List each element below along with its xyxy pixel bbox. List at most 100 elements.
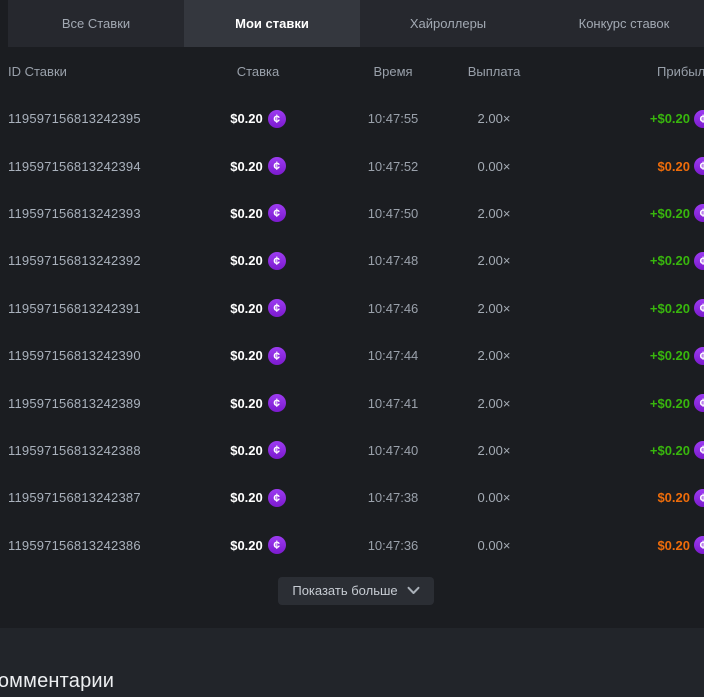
bet-profit: +$0.20: [650, 443, 690, 458]
bet-id-cell: 119597156813242394: [0, 159, 180, 174]
bet-payout-cell: 2.00×: [478, 443, 511, 458]
bet-id: 119597156813242393: [8, 206, 141, 221]
bet-time-cell: 10:47:41: [368, 396, 419, 411]
bet-amount-cell: $0.20 ¢: [230, 394, 286, 412]
bet-time: 10:47:52: [368, 159, 419, 174]
bet-time: 10:47:46: [368, 301, 419, 316]
show-more-button[interactable]: Показать больше: [278, 577, 433, 605]
bet-payout: 2.00×: [478, 253, 511, 268]
coin-icon: ¢: [268, 489, 286, 507]
bet-amount-cell: $0.20 ¢: [230, 252, 286, 270]
bets-tabbar: Все Ставки Мои ставки Хайроллеры Конкурс…: [8, 0, 704, 47]
coin-icon: ¢: [268, 299, 286, 317]
show-more-label: Показать больше: [292, 583, 397, 598]
coin-icon: ¢: [694, 441, 704, 459]
bet-profit-cell: +$0.20 ¢: [650, 394, 704, 412]
bet-profit-cell: +$0.20 ¢: [650, 299, 704, 317]
bet-payout: 2.00×: [478, 443, 511, 458]
bet-amount-cell: $0.20 ¢: [230, 299, 286, 317]
bet-amount: $0.20: [230, 348, 263, 363]
coin-icon: ¢: [694, 536, 704, 554]
coin-icon: ¢: [694, 252, 704, 270]
header-profit: Прибыль: [657, 64, 704, 79]
comments-section: Комментарии: [0, 628, 704, 697]
coin-icon: ¢: [694, 299, 704, 317]
bet-id-cell: 119597156813242386: [0, 538, 180, 553]
header-payout: Выплата: [468, 64, 521, 79]
tab-label: Конкурс ставок: [579, 16, 670, 31]
bet-payout-cell: 0.00×: [478, 490, 511, 505]
bet-profit-cell: +$0.20 ¢: [650, 110, 704, 128]
table-row[interactable]: 119597156813242394 $0.20 ¢ 10:47:52 0.00…: [0, 142, 704, 189]
coin-icon: ¢: [694, 394, 704, 412]
bet-time: 10:47:48: [368, 253, 419, 268]
bet-time: 10:47:36: [368, 538, 419, 553]
bet-amount-cell: $0.20 ¢: [230, 489, 286, 507]
bet-payout-cell: 2.00×: [478, 348, 511, 363]
tab-label: Мои ставки: [235, 16, 309, 31]
bet-payout-cell: 2.00×: [478, 396, 511, 411]
bet-time-cell: 10:47:36: [368, 538, 419, 553]
bet-id: 119597156813242386: [8, 538, 141, 553]
tab-2[interactable]: Хайроллеры: [360, 0, 536, 47]
bet-amount: $0.20: [230, 159, 263, 174]
bet-amount: $0.20: [230, 443, 263, 458]
bet-profit-cell: +$0.20 ¢: [650, 204, 704, 222]
bet-id: 119597156813242395: [8, 111, 141, 126]
bet-amount: $0.20: [230, 253, 263, 268]
table-row[interactable]: 119597156813242392 $0.20 ¢ 10:47:48 2.00…: [0, 237, 704, 284]
bet-payout-cell: 2.00×: [478, 253, 511, 268]
bet-time: 10:47:50: [368, 206, 419, 221]
bet-time-cell: 10:47:52: [368, 159, 419, 174]
bet-id-cell: 119597156813242391: [0, 301, 180, 316]
table-row[interactable]: 119597156813242391 $0.20 ¢ 10:47:46 2.00…: [0, 285, 704, 332]
bet-profit: +$0.20: [650, 206, 690, 221]
coin-icon: ¢: [268, 110, 286, 128]
tab-1[interactable]: Мои ставки: [184, 0, 360, 47]
bet-amount-cell: $0.20 ¢: [230, 347, 286, 365]
bet-id-cell: 119597156813242393: [0, 206, 180, 221]
bets-table-body: 119597156813242395 $0.20 ¢ 10:47:55 2.00…: [0, 95, 704, 569]
coin-icon: ¢: [694, 157, 704, 175]
bet-amount-cell: $0.20 ¢: [230, 441, 286, 459]
table-row[interactable]: 119597156813242393 $0.20 ¢ 10:47:50 2.00…: [0, 190, 704, 237]
tab-label: Хайроллеры: [410, 16, 486, 31]
bet-id: 119597156813242391: [8, 301, 141, 316]
bet-amount-cell: $0.20 ¢: [230, 110, 286, 128]
bet-time-cell: 10:47:48: [368, 253, 419, 268]
bet-payout: 2.00×: [478, 206, 511, 221]
table-row[interactable]: 119597156813242395 $0.20 ¢ 10:47:55 2.00…: [0, 95, 704, 142]
header-bet: Ставка: [237, 64, 280, 79]
tab-3[interactable]: Конкурс ставок: [536, 0, 704, 47]
table-row[interactable]: 119597156813242389 $0.20 ¢ 10:47:41 2.00…: [0, 379, 704, 426]
bet-time: 10:47:44: [368, 348, 419, 363]
bet-time-cell: 10:47:40: [368, 443, 419, 458]
bets-table: ID Ставки Ставка Время Выплата Прибыль 1…: [0, 47, 704, 605]
bet-profit: +$0.20: [650, 396, 690, 411]
bet-amount-cell: $0.20 ¢: [230, 157, 286, 175]
show-more-wrap: Показать больше: [0, 577, 704, 605]
bet-profit-cell: $0.20 ¢: [657, 536, 704, 554]
coin-icon: ¢: [694, 110, 704, 128]
bet-id-cell: 119597156813242388: [0, 443, 180, 458]
coin-icon: ¢: [694, 204, 704, 222]
bet-profit: $0.20: [657, 159, 690, 174]
table-row[interactable]: 119597156813242388 $0.20 ¢ 10:47:40 2.00…: [0, 427, 704, 474]
bet-amount: $0.20: [230, 490, 263, 505]
bet-time-cell: 10:47:38: [368, 490, 419, 505]
bet-payout: 0.00×: [478, 490, 511, 505]
bet-id: 119597156813242390: [8, 348, 141, 363]
bet-profit: +$0.20: [650, 111, 690, 126]
tab-0[interactable]: Все Ставки: [8, 0, 184, 47]
bet-time-cell: 10:47:44: [368, 348, 419, 363]
coin-icon: ¢: [268, 157, 286, 175]
table-row[interactable]: 119597156813242387 $0.20 ¢ 10:47:38 0.00…: [0, 474, 704, 521]
bet-id: 119597156813242389: [8, 396, 141, 411]
coin-icon: ¢: [268, 204, 286, 222]
table-row[interactable]: 119597156813242390 $0.20 ¢ 10:47:44 2.00…: [0, 332, 704, 379]
bet-id: 119597156813242388: [8, 443, 141, 458]
table-row[interactable]: 119597156813242386 $0.20 ¢ 10:47:36 0.00…: [0, 522, 704, 569]
coin-icon: ¢: [268, 394, 286, 412]
chevron-down-icon: [407, 586, 420, 595]
bet-id: 119597156813242387: [8, 490, 141, 505]
